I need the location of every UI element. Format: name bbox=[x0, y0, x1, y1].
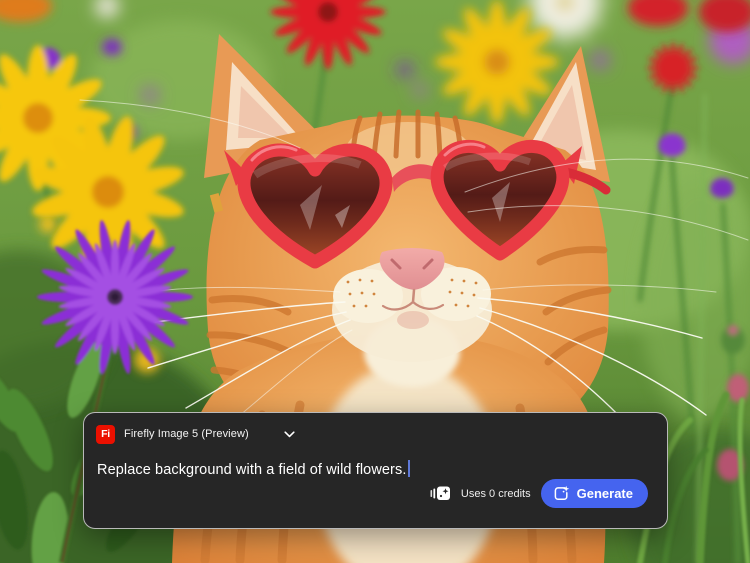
prompt-input[interactable]: Replace background with a field of wild … bbox=[97, 460, 411, 478]
text-caret bbox=[408, 460, 411, 477]
chevron-down-icon[interactable] bbox=[284, 430, 295, 438]
firefly-logo-icon: Fi bbox=[96, 424, 115, 444]
generate-button[interactable]: Generate bbox=[540, 479, 648, 508]
generate-icon bbox=[554, 485, 569, 500]
firefly-editor: Fi Firefly Image 5 (Preview) Replace bac… bbox=[0, 0, 750, 563]
generate-label: Generate bbox=[576, 486, 633, 501]
credits-label: Uses 0 credits bbox=[460, 487, 531, 500]
prompt-bar-footer: Uses 0 credits Generate bbox=[430, 479, 648, 508]
credits-icon bbox=[430, 486, 450, 500]
model-selector[interactable]: Fi Firefly Image 5 (Preview) bbox=[96, 424, 295, 444]
model-label: Firefly Image 5 (Preview) bbox=[124, 428, 249, 440]
prompt-text: Replace background with a field of wild … bbox=[97, 462, 407, 478]
prompt-bar: Fi Firefly Image 5 (Preview) Replace bac… bbox=[83, 412, 668, 529]
